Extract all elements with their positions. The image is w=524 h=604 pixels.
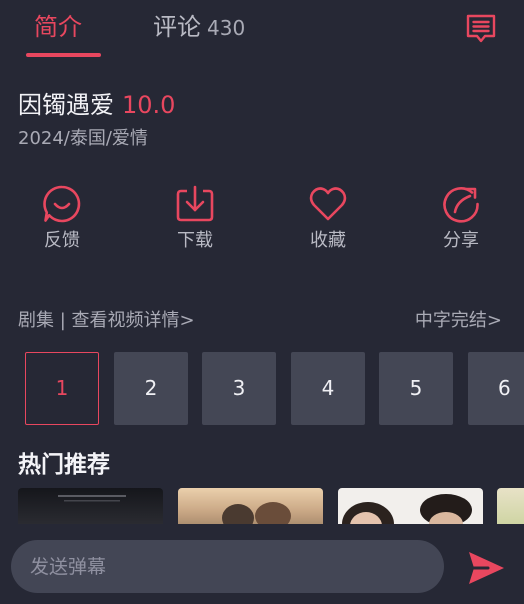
share-icon [443,187,479,223]
tab-comments-label: 评论 [153,13,201,41]
recommend-poster[interactable] [178,488,323,524]
feedback-button[interactable]: 反馈 [22,180,102,254]
comments-count: 430 [207,16,246,40]
bottom-bar [0,524,524,604]
danmaku-list-icon[interactable] [464,12,498,46]
episode-tile[interactable]: 2 [114,352,188,425]
feedback-icon [43,185,81,223]
share-button[interactable]: 分享 [421,180,501,254]
video-title: 因镯遇爱 [18,91,114,119]
episodes-status-link[interactable]: 中字完结> [415,306,502,336]
recommend-poster[interactable] [18,488,163,524]
active-tab-indicator [26,53,101,57]
tab-bar: 简介 评论 430 [0,0,524,60]
episode-tile[interactable]: 3 [202,352,276,425]
episode-tile[interactable]: 6 [468,352,524,425]
hot-recommend-title: 热门推荐 [18,452,110,478]
episode-tile[interactable]: 4 [291,352,365,425]
favorite-label: 收藏 [310,230,346,251]
recommend-strip [0,488,524,524]
send-icon[interactable] [466,550,506,586]
download-button[interactable]: 下载 [155,180,235,254]
download-label: 下载 [177,230,213,251]
episode-tile[interactable]: 1 [25,352,99,425]
action-bar: 反馈 下载 收藏 分享 [0,180,524,260]
feedback-label: 反馈 [44,230,80,251]
recommend-poster[interactable] [497,488,524,524]
tab-intro-label: 简介 [34,13,82,41]
episodes-header: 剧集 | 查看视频详情> 中字完结> [18,306,506,336]
share-label: 分享 [443,230,479,251]
recommend-poster[interactable] [338,488,483,524]
tab-comments[interactable]: 评论 430 [153,10,245,45]
download-icon [176,185,214,222]
episodes-detail-link[interactable]: 剧集 | 查看视频详情> [18,306,195,336]
video-title-row: 因镯遇爱 10.0 [18,88,175,122]
episode-list: 1 2 3 4 5 6 [0,352,524,426]
video-meta: 2024/泰国/爱情 [18,128,148,149]
favorite-button[interactable]: 收藏 [288,180,368,254]
heart-icon [309,187,347,221]
video-score: 10.0 [122,91,176,119]
danmaku-input[interactable] [11,540,444,593]
episode-tile[interactable]: 5 [379,352,453,425]
tab-intro[interactable]: 简介 [34,10,82,44]
